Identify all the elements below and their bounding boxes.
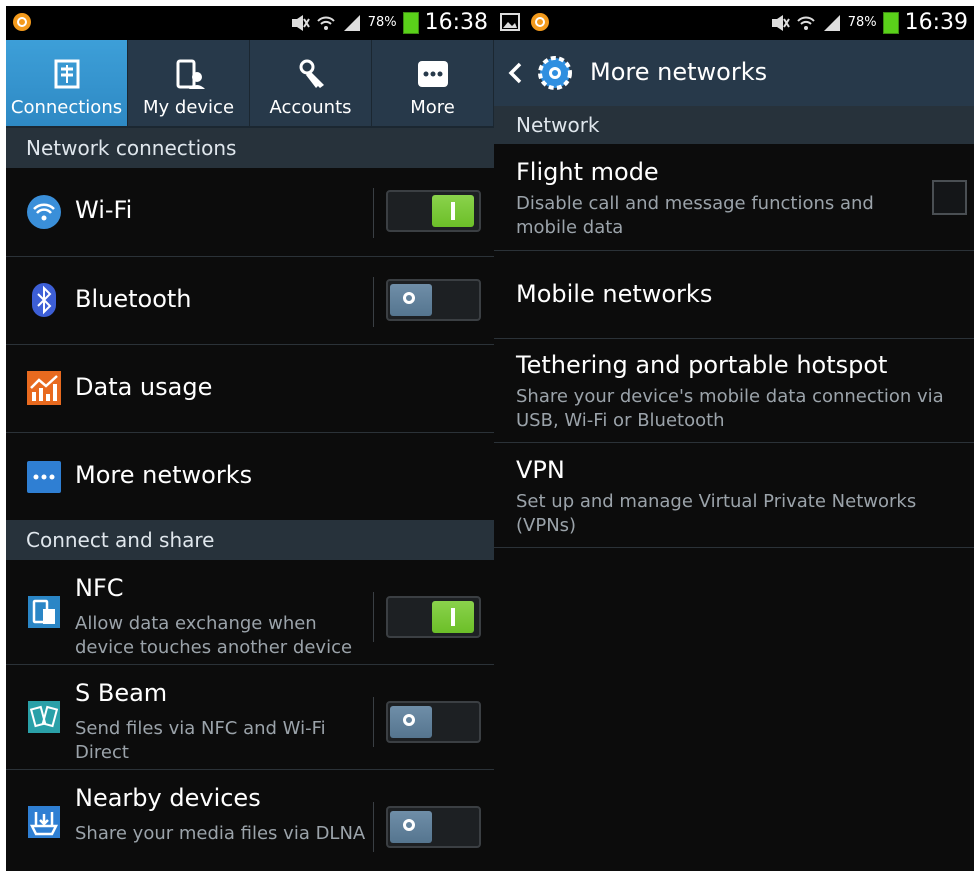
row-separator — [373, 188, 374, 238]
section-header-network: Network — [494, 106, 974, 144]
battery-icon — [402, 11, 419, 34]
wifi-signal-icon — [796, 16, 815, 30]
tab-more[interactable]: More — [372, 40, 494, 126]
battery-percentage: 78% — [847, 15, 877, 30]
my-device-icon — [176, 59, 205, 89]
app-notification-icon — [531, 13, 549, 31]
data-usage-icon — [27, 371, 61, 405]
nfc-description: Allow data exchange when device touches … — [75, 613, 353, 658]
tab-my-device[interactable]: My device — [128, 40, 250, 126]
data-usage-row[interactable]: Data usage — [6, 345, 494, 432]
mute-icon — [291, 14, 310, 31]
tab-label: Connections — [10, 97, 123, 118]
data-usage-label: Data usage — [75, 373, 213, 401]
gallery-notification-icon — [500, 13, 520, 31]
more-networks-screen: 78% 16:39 More networks Network Flight m… — [494, 6, 974, 871]
tab-label: Accounts — [269, 97, 352, 118]
action-bar: More networks — [494, 40, 974, 106]
wifi-icon — [27, 195, 61, 229]
cell-signal-icon — [343, 14, 360, 31]
bluetooth-row[interactable]: Bluetooth — [6, 257, 494, 344]
divider — [494, 442, 974, 443]
vpn-description: Set up and manage Virtual Private Networ… — [516, 491, 917, 536]
flight-mode-checkbox[interactable] — [932, 180, 967, 215]
cell-signal-icon — [823, 14, 840, 31]
wifi-signal-icon — [316, 16, 335, 30]
app-notification-icon — [13, 13, 31, 31]
s-beam-description: Send files via NFC and Wi-Fi Direct — [75, 718, 326, 763]
battery-icon — [882, 11, 899, 34]
settings-gear-icon — [538, 56, 572, 90]
s-beam-label: S Beam — [75, 679, 168, 707]
nearby-devices-row[interactable]: Nearby devices Share your media files vi… — [6, 770, 494, 871]
nearby-devices-icon — [28, 806, 60, 838]
connections-settings-screen: 78% 16:38 Connections My device Accounts… — [6, 6, 494, 871]
nearby-devices-label: Nearby devices — [75, 784, 261, 812]
flight-mode-label: Flight mode — [516, 158, 659, 186]
row-separator — [373, 592, 374, 642]
flight-mode-description: Disable call and message functions and m… — [516, 193, 874, 238]
status-bar: 78% 16:39 — [494, 6, 974, 40]
more-networks-icon — [27, 461, 61, 493]
settings-tab-bar: Connections My device Accounts More — [6, 40, 494, 128]
more-networks-label: More networks — [75, 461, 253, 489]
nearby-devices-toggle[interactable] — [386, 806, 481, 848]
wifi-row[interactable]: Wi-Fi — [6, 168, 494, 256]
more-networks-row[interactable]: More networks — [6, 433, 494, 520]
section-header-connect-and-share: Connect and share — [6, 520, 494, 560]
accounts-icon — [299, 59, 324, 88]
row-separator — [373, 697, 374, 747]
wifi-toggle[interactable] — [386, 190, 481, 232]
wifi-label: Wi-Fi — [75, 196, 133, 224]
tab-label: My device — [142, 97, 235, 118]
tethering-label: Tethering and portable hotspot — [516, 351, 888, 379]
nearby-devices-description: Share your media files via DLNA — [75, 823, 366, 844]
tab-label: More — [410, 97, 455, 118]
row-separator — [373, 277, 374, 327]
s-beam-row[interactable]: S Beam Send files via NFC and Wi-Fi Dire… — [6, 665, 494, 769]
tab-accounts[interactable]: Accounts — [250, 40, 372, 126]
nfc-label: NFC — [75, 574, 124, 602]
divider — [494, 338, 974, 339]
back-arrow-icon[interactable] — [508, 62, 522, 84]
bluetooth-label: Bluetooth — [75, 285, 192, 313]
clock: 16:39 — [904, 10, 968, 35]
mobile-networks-label: Mobile networks — [516, 280, 713, 308]
mute-icon — [771, 14, 790, 31]
status-bar: 78% 16:38 — [6, 6, 494, 40]
tethering-description: Share your device's mobile data connecti… — [516, 386, 944, 431]
bluetooth-toggle[interactable] — [386, 279, 481, 321]
page-title: More networks — [590, 58, 768, 86]
connections-icon — [54, 59, 79, 89]
clock: 16:38 — [424, 10, 488, 35]
section-header-network-connections: Network connections — [6, 128, 494, 168]
divider — [494, 250, 974, 251]
tab-connections[interactable]: Connections — [6, 40, 128, 126]
vpn-label: VPN — [516, 456, 565, 484]
more-icon — [417, 61, 448, 87]
s-beam-icon — [28, 701, 60, 733]
row-separator — [373, 802, 374, 852]
nfc-toggle[interactable] — [386, 596, 481, 638]
divider — [494, 547, 974, 548]
nfc-row[interactable]: NFC Allow data exchange when device touc… — [6, 560, 494, 664]
bluetooth-icon — [32, 283, 56, 317]
s-beam-toggle[interactable] — [386, 701, 481, 743]
battery-percentage: 78% — [367, 15, 397, 30]
nfc-icon — [28, 596, 60, 628]
